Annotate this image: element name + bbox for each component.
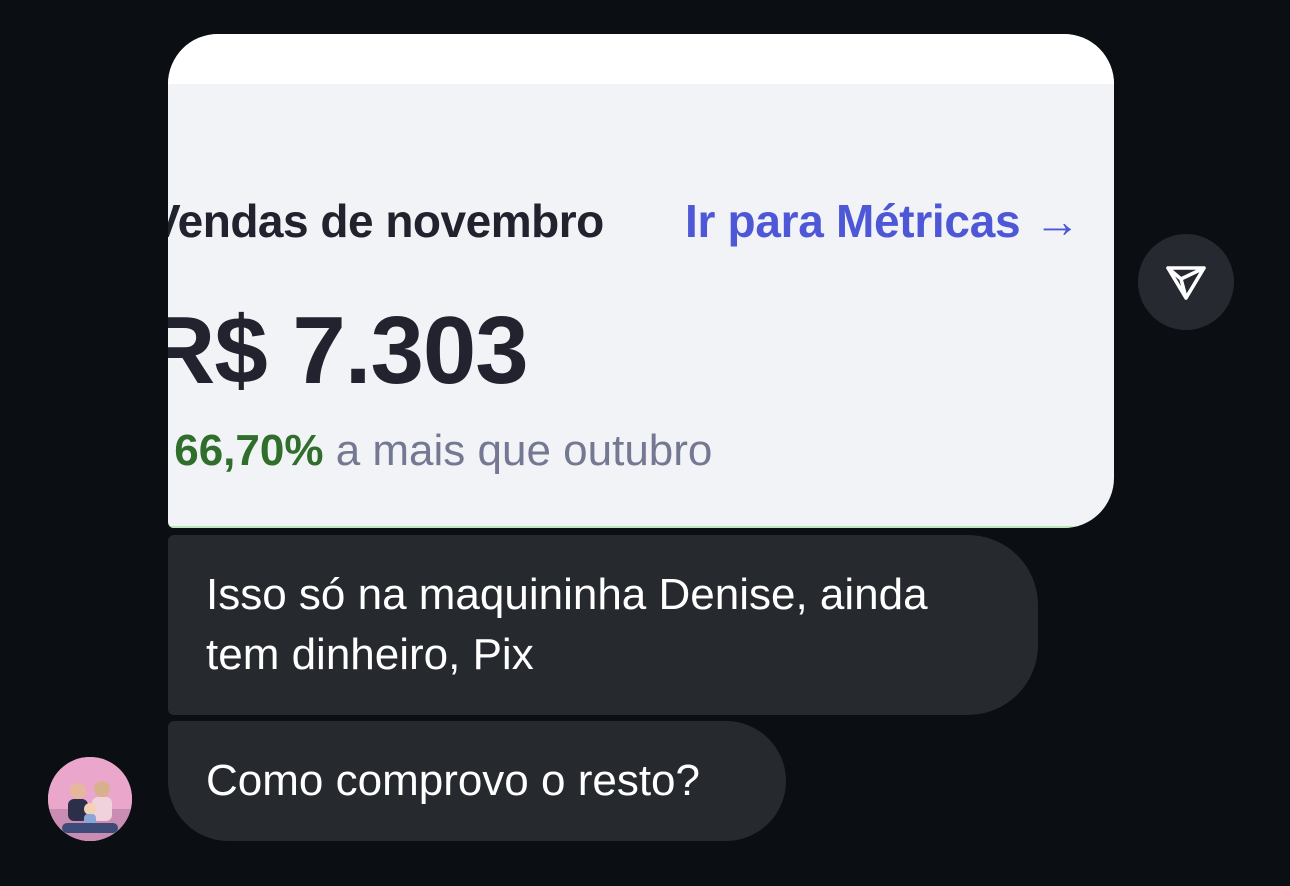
message-text: Como comprovo o resto? [206, 756, 700, 805]
growth-row: ↑ 66,70% a mais que outubro [168, 426, 712, 476]
sales-screenshot: Vendas de novembro Ir para Métricas → R$ … [168, 34, 1114, 528]
share-button[interactable] [1138, 234, 1234, 330]
metrics-link-label: Ir para Métricas [685, 195, 1021, 247]
sales-title: Vendas de novembro [168, 195, 604, 247]
metrics-link: Ir para Métricas → [685, 194, 1080, 248]
growth-percent: 66,70% [174, 426, 324, 475]
avatar-photo [48, 757, 132, 841]
shared-image-message[interactable]: Vendas de novembro Ir para Métricas → R$ … [168, 34, 1114, 528]
sales-amount: R$ 7.303 [168, 297, 529, 404]
message-text-line: Isso só na maquininha Denise, ainda [206, 570, 928, 619]
message-text-line: tem dinheiro, Pix [206, 630, 534, 679]
image-bottom-edge [168, 526, 1114, 528]
message-bubble[interactable]: Como comprovo o resto? [168, 721, 786, 841]
message-bubble[interactable]: Isso só na maquininha Denise, ainda tem … [168, 535, 1038, 715]
share-arrow-icon [1166, 266, 1206, 300]
growth-description: a mais que outubro [335, 426, 713, 475]
avatar[interactable] [48, 757, 132, 841]
arrow-right-icon: → [1034, 195, 1080, 247]
